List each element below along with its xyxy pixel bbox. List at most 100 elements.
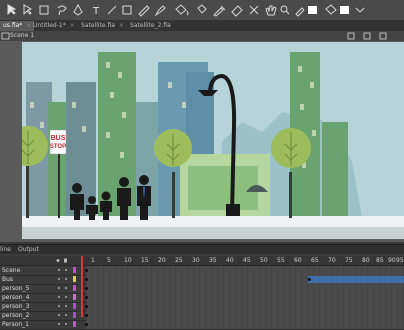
- layer-frames[interactable]: [85, 266, 404, 275]
- pen-tool-icon[interactable]: [73, 3, 83, 16]
- eraser-tool-icon[interactable]: [231, 5, 243, 17]
- visibility-toggle[interactable]: [58, 269, 60, 271]
- visibility-toggle[interactable]: [58, 305, 60, 307]
- frame-number: 15: [141, 257, 149, 264]
- tab-satellite[interactable]: Satellite.fla ×: [78, 21, 127, 31]
- layer-name: Scene: [2, 267, 21, 274]
- clip-stage-icon[interactable]: [379, 32, 387, 40]
- layer-color-swatch[interactable]: [73, 276, 76, 282]
- frame-number: 80: [362, 257, 370, 264]
- frame-number: 85: [376, 257, 384, 264]
- frame-number: 65: [311, 257, 319, 264]
- tab-output[interactable]: Output: [18, 245, 39, 254]
- keyframe[interactable]: [85, 269, 88, 272]
- frame-number: 70: [328, 257, 336, 264]
- layer-name: person_4: [2, 294, 30, 301]
- playhead[interactable]: [81, 256, 83, 317]
- keyframe[interactable]: [85, 305, 88, 308]
- lasso-tool-icon[interactable]: [57, 5, 67, 16]
- tab-label: Satellite_2.fla: [130, 22, 171, 29]
- pencil-tool-icon[interactable]: [138, 5, 150, 17]
- frame-number: 75: [345, 257, 353, 264]
- paint-bucket-tool-icon[interactable]: [175, 4, 189, 16]
- frame-number: 90: [388, 257, 396, 264]
- layer-color-swatch[interactable]: [73, 312, 76, 318]
- layer-frames[interactable]: [85, 320, 404, 329]
- selection-tool-icon[interactable]: [7, 4, 17, 16]
- layer-color-swatch[interactable]: [73, 267, 76, 273]
- center-stage-icon[interactable]: [347, 32, 355, 40]
- layer-color-swatch[interactable]: [73, 321, 76, 327]
- close-icon[interactable]: ×: [70, 22, 75, 29]
- edit-symbols-icon[interactable]: [363, 32, 371, 40]
- layer-color-swatch[interactable]: [73, 303, 76, 309]
- stroke-color-icon[interactable]: [295, 7, 305, 17]
- more-tools-icon[interactable]: [355, 7, 365, 13]
- layer-row[interactable]: Person_1: [0, 320, 404, 330]
- tab-satellite-2[interactable]: Satellite_2.fla: [127, 21, 174, 31]
- lock-toggle[interactable]: [65, 278, 67, 280]
- scene-label[interactable]: Scene 1: [10, 31, 34, 41]
- visibility-toggle[interactable]: [58, 323, 60, 325]
- hand-tool-icon[interactable]: [265, 5, 277, 16]
- keyframe[interactable]: [308, 278, 311, 281]
- text-tool-icon[interactable]: T: [92, 6, 100, 17]
- lock-toggle[interactable]: [65, 305, 67, 307]
- frame-number: 20: [158, 257, 166, 264]
- lock-toggle[interactable]: [65, 296, 67, 298]
- green-building: [322, 122, 348, 217]
- eyedropper-tool-icon[interactable]: [213, 5, 226, 17]
- keyframe[interactable]: [85, 287, 88, 290]
- frame-number: 60: [294, 257, 302, 264]
- fill-color-swatch[interactable]: [340, 6, 349, 14]
- keyframe[interactable]: [85, 278, 88, 281]
- tab-untitled-1[interactable]: Untitled-1* ×: [30, 21, 78, 31]
- edit-bar-icons: [347, 32, 387, 40]
- ink-bottle-tool-icon[interactable]: [197, 4, 207, 14]
- layer-name: person_5: [2, 285, 30, 292]
- frame-number: 50: [260, 257, 268, 264]
- stroke-color-swatch[interactable]: [308, 6, 317, 14]
- frame-number: 5: [107, 257, 111, 264]
- visibility-toggle[interactable]: [58, 287, 60, 289]
- tab-timeline[interactable]: line: [0, 245, 11, 254]
- width-tool-icon[interactable]: [249, 5, 259, 15]
- layer-header-icons: [56, 258, 67, 263]
- tab-label: Untitled-1*: [33, 22, 66, 29]
- tools-toolbar: T: [0, 0, 404, 21]
- visibility-toggle[interactable]: [58, 296, 60, 298]
- toolbar-icons: T: [7, 3, 365, 17]
- line-tool-icon[interactable]: [107, 5, 117, 15]
- keyframe[interactable]: [85, 296, 88, 299]
- rectangle-tool-icon[interactable]: [122, 5, 132, 15]
- layer-frames[interactable]: [85, 302, 404, 311]
- frame-number: 45: [243, 257, 251, 264]
- lock-toggle[interactable]: [65, 287, 67, 289]
- layer-name: Bus: [2, 276, 14, 283]
- layer-color-swatch[interactable]: [73, 285, 76, 291]
- show-hide-icon[interactable]: [56, 259, 60, 262]
- timeline-panel: line Output 1 5 10 15 20 25 30 35 40 45 …: [0, 244, 404, 330]
- motion-tween-span[interactable]: [308, 276, 404, 283]
- lock-toggle[interactable]: [65, 323, 67, 325]
- green-building: [48, 102, 66, 217]
- frame-number: 10: [124, 257, 132, 264]
- layer-frames[interactable]: [85, 293, 404, 302]
- subselection-tool-icon[interactable]: [23, 4, 33, 16]
- frame-ruler[interactable]: 1 5 10 15 20 25 30 35 40 45 50 55 60 65 …: [0, 256, 404, 266]
- visibility-toggle[interactable]: [58, 278, 60, 280]
- lock-icon[interactable]: [64, 258, 67, 263]
- close-icon[interactable]: ×: [119, 22, 124, 29]
- frame-number: 35: [209, 257, 217, 264]
- layer-frames[interactable]: [85, 275, 404, 284]
- free-transform-tool-icon[interactable]: [39, 5, 49, 15]
- layer-color-swatch[interactable]: [73, 294, 76, 300]
- fill-color-icon[interactable]: [325, 4, 337, 15]
- frame-number: 55: [277, 257, 285, 264]
- lock-toggle[interactable]: [65, 269, 67, 271]
- brush-tool-icon[interactable]: [154, 5, 166, 17]
- keyframe[interactable]: [85, 323, 88, 326]
- frame-number: 40: [226, 257, 234, 264]
- stage-canvas[interactable]: BUS STOP: [22, 42, 404, 239]
- layer-frames[interactable]: [85, 284, 404, 293]
